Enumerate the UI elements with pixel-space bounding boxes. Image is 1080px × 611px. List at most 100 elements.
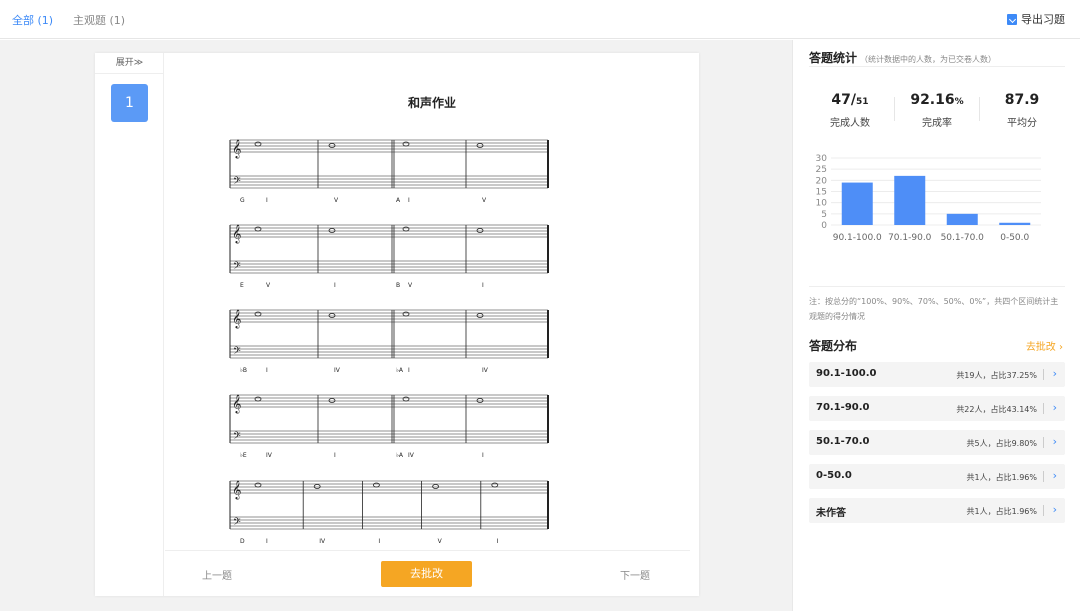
question-nav: 展开≫ 1 (95, 53, 164, 596)
row-range: 50.1-70.0 (816, 436, 870, 447)
distribution-row[interactable]: 未作答 共1人，占比1.96% › (809, 498, 1065, 523)
chevron-right-icon: › (1052, 469, 1057, 482)
stat-divider (894, 97, 895, 121)
y-tick-label: 0 (821, 221, 827, 231)
whole-note (254, 482, 262, 488)
question-number-button[interactable]: 1 (111, 84, 148, 122)
row-range: 90.1-100.0 (816, 368, 877, 379)
key-label: ♭B (240, 367, 247, 374)
stats-title: 答题统计 （统计数据中的人数，为已交卷人数） (809, 49, 996, 66)
row-stat: 共1人，占比1.96% (966, 507, 1037, 516)
y-tick-label: 25 (816, 165, 827, 175)
chord-label: IV (408, 452, 415, 459)
expand-button[interactable]: 展开≫ (95, 53, 164, 74)
chart-bar (841, 182, 873, 225)
whole-note (491, 482, 499, 488)
whole-note (432, 484, 440, 489)
whole-note (254, 226, 262, 232)
completed-count: 47/ (831, 92, 857, 108)
chord-label: V (482, 197, 487, 204)
stats-subtitle: （统计数据中的人数，为已交卷人数） (860, 55, 997, 64)
y-tick-label: 5 (821, 210, 827, 220)
row-separator (1043, 403, 1044, 414)
next-question-button[interactable]: 下一题 (620, 567, 650, 582)
x-tick-label: 0-50.0 (1000, 233, 1029, 243)
row-separator (1043, 437, 1044, 448)
chevron-right-icon: › (1052, 435, 1057, 448)
y-tick-label: 10 (816, 199, 828, 209)
chevron-right-icon: › (1052, 401, 1057, 414)
stat-completed: 47/51 完成人数 (810, 92, 890, 129)
bass-clef: 𝄢 (233, 345, 241, 359)
export-label: 导出习题 (1021, 13, 1065, 26)
y-tick-label: 20 (816, 176, 828, 186)
bass-clef: 𝄢 (233, 430, 241, 444)
completed-value: 47/51 (810, 92, 890, 108)
stat-divider (979, 97, 980, 121)
x-tick-label: 90.1-100.0 (833, 233, 882, 243)
whole-note (476, 143, 484, 148)
treble-clef: 𝄞 (232, 224, 241, 244)
treble-clef: 𝄞 (232, 309, 241, 329)
chord-label: I (334, 282, 336, 289)
score-system: 𝄞 𝄢 IV I IV I ♭E ♭A (229, 394, 549, 459)
rate-number: 92.16 (910, 92, 955, 108)
footer-divider (165, 550, 690, 551)
prev-question-button[interactable]: 上一题 (202, 567, 232, 582)
x-tick-label: 70.1-90.0 (888, 233, 932, 243)
export-button[interactable]: 导出习题 (1007, 11, 1065, 27)
chord-label: I (378, 538, 380, 545)
distribution-row[interactable]: 50.1-70.0 共5人，占比9.80% › (809, 430, 1065, 455)
y-tick-label: 30 (816, 154, 828, 164)
stat-rate: 92.16% 完成率 (897, 92, 977, 129)
whole-note (476, 313, 484, 318)
chord-label: V (438, 538, 443, 545)
score-system: 𝄞 𝄢 I V I V G A (229, 139, 549, 204)
distribution-grade-link[interactable]: 去批改 › (1026, 338, 1063, 353)
bass-clef: 𝄢 (233, 516, 241, 530)
whole-note (328, 228, 336, 233)
row-stat: 共5人，占比9.80% (966, 439, 1037, 448)
distribution-row[interactable]: 90.1-100.0 共19人，占比37.25% › (809, 362, 1065, 387)
chord-label: I (266, 197, 268, 204)
whole-note (254, 141, 262, 147)
chord-label: V (266, 282, 271, 289)
whole-note (328, 313, 336, 318)
distribution-link-label: 去批改 (1025, 342, 1056, 353)
chevron-right-icon: › (1052, 503, 1057, 516)
whole-note (402, 396, 410, 402)
stats-title-text: 答题统计 (809, 51, 858, 65)
grade-button[interactable]: 去批改 (381, 561, 472, 587)
score-system: 𝄞 𝄢 I IV I IV ♭B ♭A (229, 309, 549, 374)
tab-all[interactable]: 全部 (1) (12, 12, 53, 28)
y-tick-label: 15 (816, 188, 827, 198)
chord-label: I (482, 452, 484, 459)
row-range: 0-50.0 (816, 470, 852, 481)
row-stat: 共19人，占比37.25% (956, 371, 1037, 380)
score-system: 𝄞 𝄢 V I V I E B (229, 224, 549, 289)
chord-label: I (497, 538, 499, 545)
whole-note (313, 484, 321, 489)
row-separator (1043, 369, 1044, 380)
distribution-row[interactable]: 70.1-90.0 共22人，占比43.14% › (809, 396, 1065, 421)
rate-value: 92.16% (897, 92, 977, 108)
chord-label: I (266, 538, 268, 545)
distribution-row[interactable]: 0-50.0 共1人，占比1.96% › (809, 464, 1065, 489)
score-chart: 051015 202530 90.1-100.0 70.1-90.0 50.1-70.0… (816, 154, 1041, 243)
tab-subjective[interactable]: 主观题 (1) (73, 12, 125, 28)
treble-clef: 𝄞 (232, 139, 241, 159)
average-label: 平均分 (1007, 118, 1037, 129)
note-divider (809, 286, 1065, 287)
row-separator (1043, 505, 1044, 516)
completed-label: 完成人数 (830, 118, 870, 129)
chevron-right-icon: › (1052, 367, 1057, 380)
distribution-title: 答题分布 (809, 339, 858, 353)
whole-note (476, 398, 484, 403)
whole-note (254, 311, 262, 317)
treble-clef: 𝄞 (232, 394, 241, 414)
chart-bar (946, 213, 978, 225)
chord-label: I (408, 197, 410, 204)
bass-clef: 𝄢 (233, 260, 241, 274)
chart-bar (894, 175, 926, 225)
x-tick-label: 50.1-70.0 (941, 233, 985, 243)
